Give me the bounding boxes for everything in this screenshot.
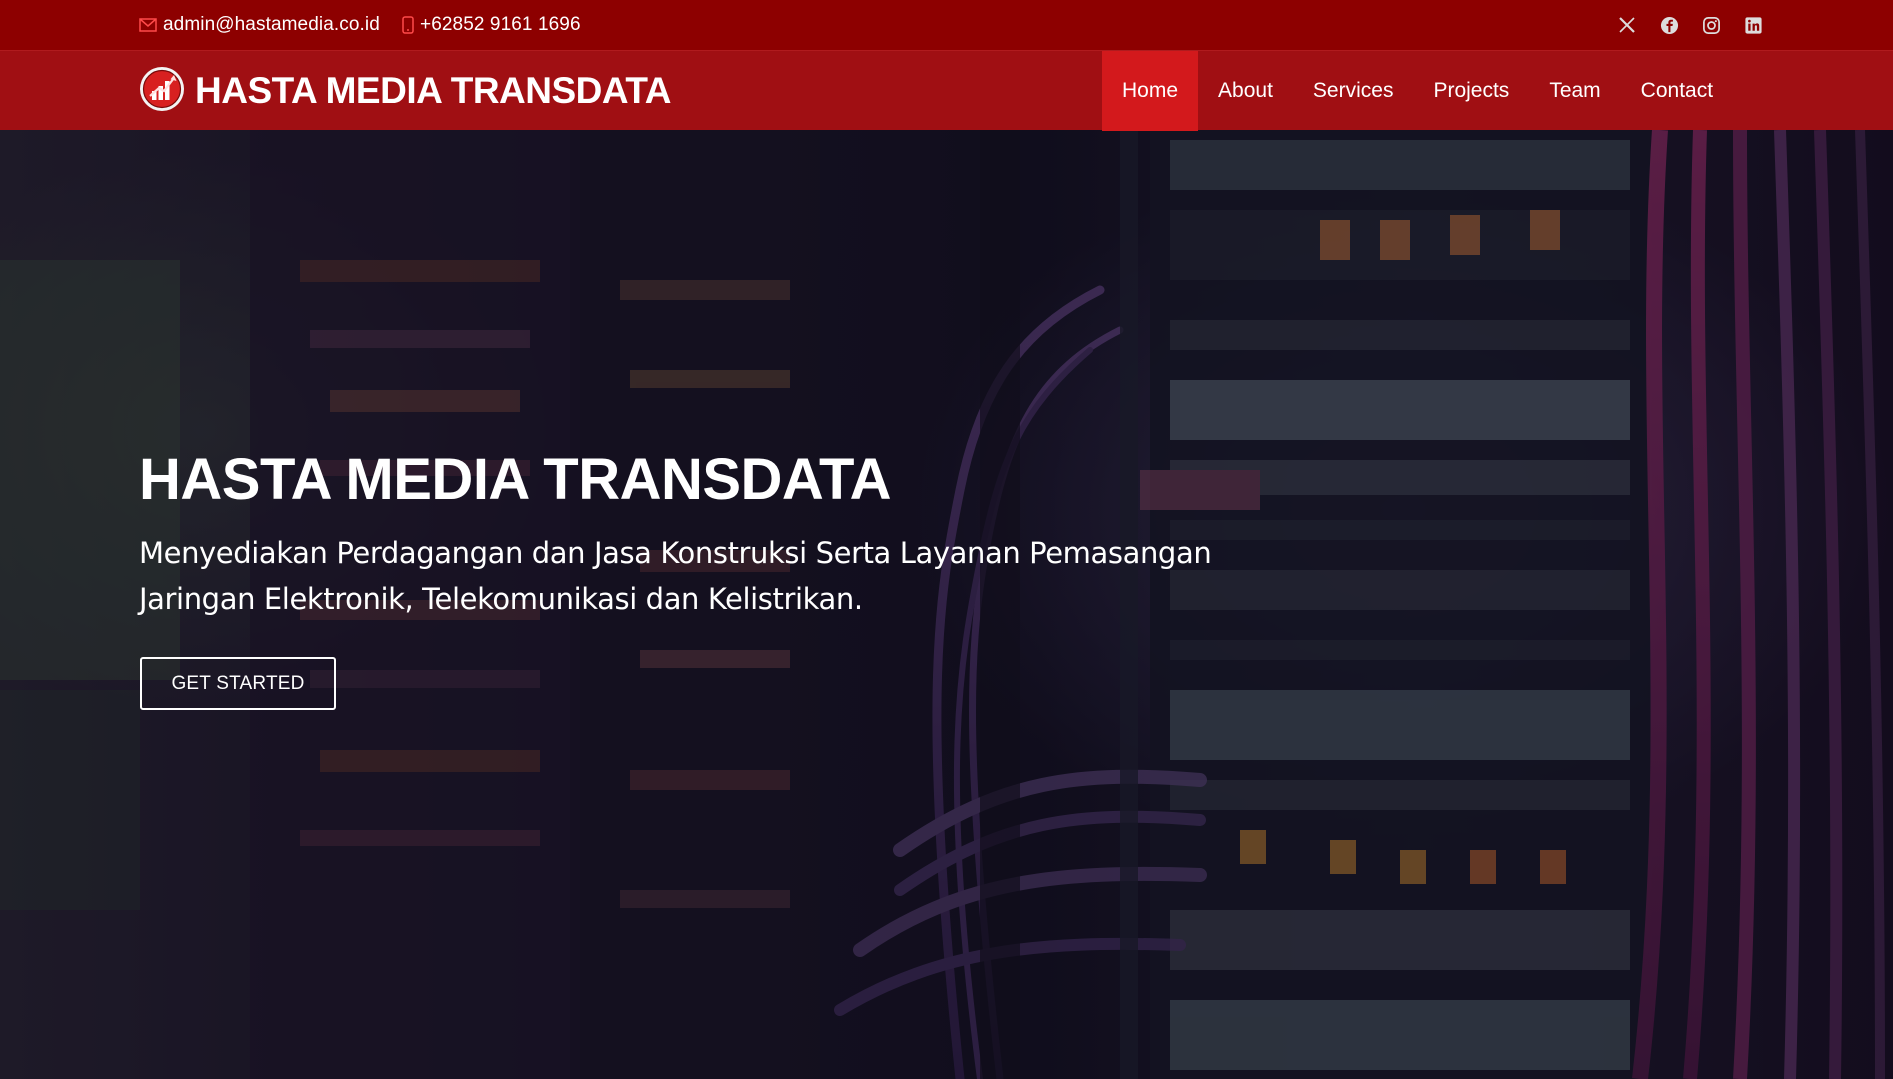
- hero-title: HASTA MEDIA TRANSDATA: [139, 447, 892, 512]
- instagram-icon[interactable]: [1701, 15, 1721, 35]
- phone-text: +62852 9161 1696: [420, 14, 581, 35]
- bar-chart-logo-icon: [139, 66, 195, 117]
- phone-icon: [402, 16, 414, 34]
- brand-link[interactable]: HASTA MEDIA TRANSDATA: [139, 51, 671, 131]
- facebook-icon[interactable]: [1659, 15, 1679, 35]
- get-started-button[interactable]: GET STARTED: [140, 657, 336, 710]
- main-navbar: HASTA MEDIA TRANSDATA Home About Service…: [0, 50, 1893, 131]
- envelope-icon: [139, 18, 157, 32]
- contact-email[interactable]: admin@hastamedia.co.id: [139, 0, 380, 50]
- email-text: admin@hastamedia.co.id: [163, 14, 380, 35]
- contact-phone[interactable]: +62852 9161 1696: [402, 0, 581, 50]
- brand-name: HASTA MEDIA TRANSDATA: [195, 70, 671, 111]
- nav-item-team[interactable]: Team: [1529, 51, 1620, 131]
- nav-item-contact[interactable]: Contact: [1621, 51, 1733, 131]
- nav-item-about[interactable]: About: [1198, 51, 1293, 131]
- hero-subtitle: Menyediakan Perdagangan dan Jasa Konstru…: [139, 536, 1212, 616]
- x-twitter-icon[interactable]: [1617, 15, 1637, 35]
- nav-menu: Home About Services Projects Team Contac…: [1102, 51, 1733, 131]
- social-links: [1617, 0, 1763, 50]
- top-bar: admin@hastamedia.co.id +62852 9161 1696: [0, 0, 1893, 50]
- nav-item-services[interactable]: Services: [1293, 51, 1414, 131]
- nav-item-home[interactable]: Home: [1102, 51, 1199, 131]
- hero-section: HASTA MEDIA TRANSDATA Menyediakan Perdag…: [0, 130, 1893, 1079]
- nav-item-projects[interactable]: Projects: [1413, 51, 1529, 131]
- linkedin-icon[interactable]: [1743, 15, 1763, 35]
